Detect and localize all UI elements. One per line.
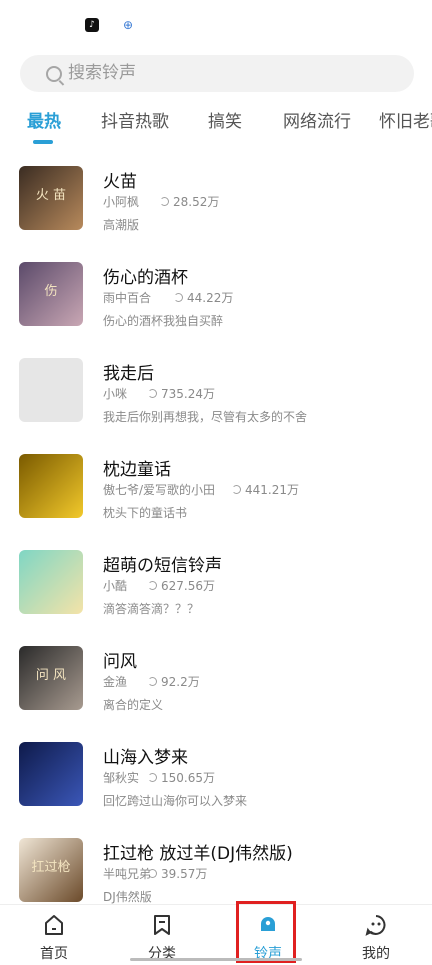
- list-item[interactable]: 扛过枪 扛过枪 放过羊(DJ伟然版) 半吨兄弟 39.57万 DJ伟然版: [0, 828, 432, 904]
- artist-name: 金渔: [103, 675, 128, 689]
- tab-douyin[interactable]: 抖音热歌: [101, 108, 169, 148]
- search-bar[interactable]: [20, 55, 414, 92]
- tab-oldies[interactable]: 怀旧老歌: [379, 108, 432, 148]
- list-item[interactable]: 我走后小咪 735.24万我走后你别再想我，尽管有太多的不舍: [0, 348, 432, 444]
- category-icon: [154, 915, 170, 935]
- play-count-value: 44.22万: [187, 291, 234, 305]
- artist-name: 小酷: [103, 579, 128, 593]
- active-tab-indicator: [33, 140, 53, 144]
- song-title: 问风: [103, 652, 137, 672]
- home-icon: [45, 915, 63, 935]
- album-cover: [19, 358, 83, 422]
- song-title: 火苗: [103, 172, 137, 192]
- category-tabs: 最热 抖音热歌 搞笑 网络流行 怀旧老歌: [0, 108, 432, 148]
- notification-icon: ⊕: [122, 18, 134, 32]
- play-count: 735.24万: [148, 385, 215, 402]
- song-description: 滴答滴答滴？？？: [103, 602, 200, 616]
- nav-category[interactable]: 分类: [108, 905, 216, 965]
- tab-funny[interactable]: 搞笑: [208, 108, 242, 148]
- selection-highlight: [236, 901, 296, 963]
- nav-profile-label: 我的: [362, 946, 390, 962]
- album-cover: [19, 454, 83, 518]
- play-count-icon: [232, 485, 241, 494]
- play-count: 150.65万: [148, 769, 215, 786]
- list-item[interactable]: 问 风 问风金渔 92.2万离合的定义: [0, 636, 432, 732]
- album-cover: 扛过枪: [19, 838, 83, 902]
- song-title: 枕边童话: [103, 460, 171, 480]
- album-cover: [19, 550, 83, 614]
- play-count-icon: [160, 197, 169, 206]
- home-indicator: [130, 958, 302, 961]
- album-cover-text: 火 苗: [35, 188, 67, 203]
- artist-name: 小阿枫: [103, 195, 140, 209]
- artist-name: 雨中百合: [103, 291, 152, 305]
- artist-name: 小咪: [103, 387, 128, 401]
- profile-icon: [365, 915, 386, 936]
- song-description: DJ伟然版: [103, 890, 152, 904]
- song-title: 扛过枪 放过羊(DJ伟然版): [103, 844, 293, 864]
- list-item[interactable]: 火 苗 火苗小阿枫 28.52万高潮版: [0, 156, 432, 252]
- song-description: 回忆跨过山海你可以入梦来: [103, 794, 248, 808]
- album-cover-text: 扛过枪: [31, 860, 71, 875]
- play-count: 44.22万: [174, 289, 233, 306]
- play-count: 39.57万: [148, 865, 207, 882]
- play-count: 92.2万: [148, 673, 200, 690]
- song-title: 超萌の短信铃声: [103, 556, 222, 576]
- play-count-value: 39.57万: [161, 867, 208, 881]
- artist-name: 半吨兄弟: [103, 867, 152, 881]
- song-title: 我走后: [103, 364, 154, 384]
- list-item[interactable]: 伤 伤心的酒杯雨中百合 44.22万伤心的酒杯我独自买醉: [0, 252, 432, 348]
- artist-name: 邹秋实: [103, 771, 140, 785]
- artist-name: 傲七爷/爱写歌的小田: [103, 483, 216, 497]
- song-description: 离合的定义: [103, 698, 164, 712]
- play-count-value: 627.56万: [161, 579, 215, 593]
- play-count-value: 28.52万: [173, 195, 220, 209]
- play-count-icon: [174, 293, 183, 302]
- song-description: 高潮版: [103, 218, 140, 232]
- play-count-icon: [148, 581, 157, 590]
- play-count-value: 150.65万: [161, 771, 215, 785]
- nav-home-label: 首页: [40, 946, 68, 962]
- play-count-icon: [148, 869, 157, 878]
- play-count-value: 735.24万: [161, 387, 215, 401]
- tab-popular[interactable]: 网络流行: [283, 108, 351, 148]
- status-bar: ♪ ⊕: [0, 0, 432, 50]
- song-description: 伤心的酒杯我独自买醉: [103, 314, 224, 328]
- tiktok-icon: ♪: [85, 18, 99, 32]
- album-cover-text: 问 风: [35, 668, 67, 683]
- bottom-nav: 首页 分类 铃声 我的: [0, 904, 432, 965]
- list-item[interactable]: 山海入梦来邹秋实 150.65万回忆跨过山海你可以入梦来: [0, 732, 432, 828]
- play-count: 441.21万: [232, 481, 299, 498]
- ringtone-list: 火 苗 火苗小阿枫 28.52万高潮版伤 伤心的酒杯雨中百合 44.22万伤心的酒杯我独…: [0, 156, 432, 904]
- nav-home[interactable]: 首页: [0, 905, 108, 965]
- play-count-icon: [148, 389, 157, 398]
- nav-profile[interactable]: 我的: [322, 905, 430, 965]
- list-item[interactable]: 枕边童话傲七爷/爱写歌的小田 441.21万枕头下的童话书: [0, 444, 432, 540]
- album-cover: 伤: [19, 262, 83, 326]
- album-cover: [19, 742, 83, 806]
- album-cover-text: 伤: [44, 284, 58, 299]
- song-title: 山海入梦来: [103, 748, 188, 768]
- list-item[interactable]: 超萌の短信铃声小酷 627.56万滴答滴答滴？？？: [0, 540, 432, 636]
- album-cover: 问 风: [19, 646, 83, 710]
- song-description: 枕头下的童话书: [103, 506, 188, 520]
- search-input[interactable]: [68, 55, 368, 92]
- album-cover: 火 苗: [19, 166, 83, 230]
- song-title: 伤心的酒杯: [103, 268, 188, 288]
- play-count: 28.52万: [160, 193, 219, 210]
- play-count: 627.56万: [148, 577, 215, 594]
- play-count-value: 441.21万: [245, 483, 299, 497]
- search-icon: [46, 66, 62, 82]
- play-count-icon: [148, 677, 157, 686]
- play-count-value: 92.2万: [161, 675, 200, 689]
- play-count-icon: [148, 773, 157, 782]
- song-description: 我走后你别再想我，尽管有太多的不舍: [103, 410, 308, 424]
